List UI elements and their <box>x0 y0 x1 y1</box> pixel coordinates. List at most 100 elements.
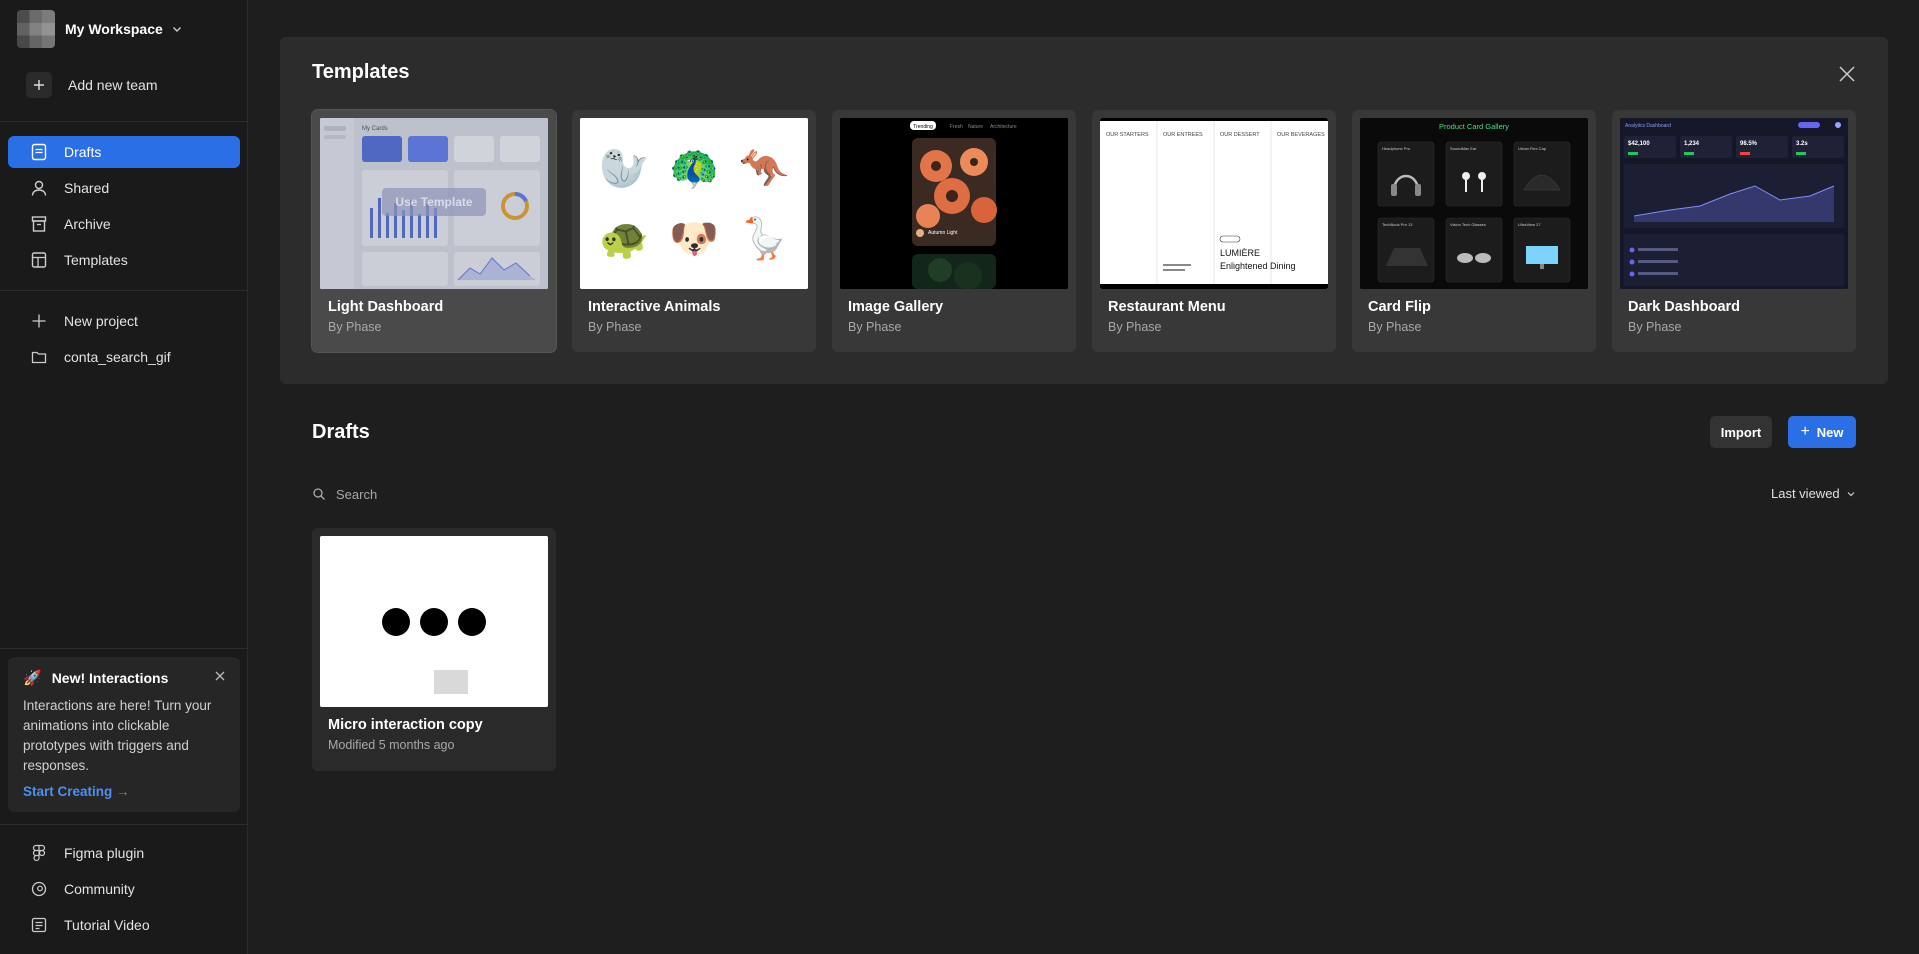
chevron-down-icon <box>172 27 181 32</box>
thumb-text: 3.2s <box>1796 141 1808 147</box>
turtle-icon: 🐢 <box>599 217 649 261</box>
sidebar-item-label: Figma plugin <box>64 845 145 861</box>
use-template-label[interactable]: Use Template <box>395 195 472 209</box>
thumb-text: Urban Flex Cap <box>1518 146 1547 151</box>
sidebar-item-community[interactable]: Community <box>8 873 240 905</box>
thumb-text: Analytics Dashboard <box>1625 123 1671 129</box>
card-flip-preview: Product Card Gallery Headphone Pro Sound… <box>1360 118 1588 289</box>
sidebar-item-label: Drafts <box>64 144 102 160</box>
thumb-text: Product Card Gallery <box>1439 122 1509 131</box>
draft-name: Micro interaction copy <box>328 717 483 733</box>
thumb-text: OUR STARTERS <box>1106 132 1149 138</box>
thumb-text: $42,100 <box>1628 141 1650 147</box>
search-input[interactable]: Search <box>312 484 377 504</box>
sidebar-divider <box>0 648 248 649</box>
sidebar-item-drafts[interactable]: Drafts <box>8 136 240 168</box>
thumb-text: Nature <box>968 124 983 130</box>
thumb-text: Enlightened Dining <box>1220 261 1296 271</box>
template-thumbnail: Product Card Gallery Headphone Pro Sound… <box>1360 118 1588 289</box>
community-icon <box>30 880 48 898</box>
import-button[interactable]: Import <box>1710 416 1772 448</box>
sidebar-item-label: Archive <box>64 216 111 232</box>
add-new-team-label: Add new team <box>68 77 158 93</box>
add-new-team-button[interactable]: Add new team <box>8 69 240 101</box>
figma-icon <box>30 844 48 862</box>
template-author: By Phase <box>848 320 902 334</box>
new-button[interactable]: + New <box>1788 416 1856 448</box>
thumb-text: 98.5% <box>1740 141 1758 147</box>
thumb-text: SoundMax Ear <box>1450 146 1477 151</box>
template-card-card-flip[interactable]: Product Card Gallery Headphone Pro Sound… <box>1352 110 1596 352</box>
user-icon <box>30 179 48 197</box>
sidebar-item-figma-plugin[interactable]: Figma plugin <box>8 837 240 869</box>
sidebar-item-project[interactable]: conta_search_gif <box>8 341 240 373</box>
template-card-interactive-animals[interactable]: 🦭 🦚 🦘 🐢 🐶 🪿 Interactive Animals By Phase <box>572 110 816 352</box>
templates-title: Templates <box>312 61 410 83</box>
seal-icon: 🦭 <box>599 147 649 191</box>
thumb-text: OUR ENTREES <box>1163 132 1203 138</box>
peacock-icon: 🦚 <box>669 147 719 191</box>
template-author: By Phase <box>328 320 382 334</box>
sidebar-divider <box>0 290 248 291</box>
sidebar-item-tutorial-video[interactable]: Tutorial Video <box>8 909 240 941</box>
archive-icon <box>30 215 48 233</box>
sidebar-item-label: Templates <box>64 252 128 268</box>
sidebar-divider <box>0 121 248 122</box>
project-label: conta_search_gif <box>64 349 171 365</box>
start-creating-link[interactable]: Start Creating → <box>23 784 225 799</box>
thumb-text: OUR BEVERAGES <box>1277 132 1325 138</box>
drafts-icon <box>30 143 48 161</box>
thumb-text: UltraView 27 <box>1518 222 1541 227</box>
template-thumbnail: 🦭 🦚 🦘 🐢 🐶 🪿 <box>580 118 808 289</box>
template-author: By Phase <box>1628 320 1682 334</box>
sidebar-item-archive[interactable]: Archive <box>8 208 240 240</box>
sort-dropdown[interactable]: Last viewed <box>1771 486 1856 501</box>
template-name: Dark Dashboard <box>1628 299 1741 315</box>
thumb-text: Trending <box>913 124 933 130</box>
plus-icon <box>26 72 52 98</box>
thumb-text: Autumn Light <box>928 230 958 236</box>
sidebar-divider <box>0 824 248 825</box>
thumb-text: Headphone Pro <box>1382 146 1411 151</box>
template-card-light-dashboard[interactable]: My Cards Use Template Light Dashboard By… <box>311 109 557 353</box>
template-author: By Phase <box>1108 320 1162 334</box>
micro-interaction-preview <box>320 536 548 707</box>
dog-icon: 🐶 <box>669 217 719 261</box>
draft-card[interactable]: Micro interaction copy Modified 5 months… <box>312 528 556 771</box>
template-card-dark-dashboard[interactable]: Analytics Dashboard $42,100 1,234 98.5% … <box>1612 110 1856 352</box>
sidebar-item-label: Shared <box>64 180 110 196</box>
restaurant-menu-preview: OUR STARTERS OUR ENTREES OUR DESSERT OUR… <box>1100 118 1328 289</box>
thumb-text: 1,234 <box>1684 141 1700 147</box>
template-thumbnail: My Cards Use Template <box>320 118 548 289</box>
template-card-restaurant-menu[interactable]: OUR STARTERS OUR ENTREES OUR DESSERT OUR… <box>1092 110 1336 352</box>
search-icon <box>313 488 325 500</box>
templates-icon <box>30 251 48 269</box>
drafts-title: Drafts <box>312 421 370 443</box>
workspace-name: My Workspace <box>65 21 163 37</box>
new-project-button[interactable]: New project <box>8 305 240 337</box>
template-name: Image Gallery <box>848 299 944 315</box>
sort-label: Last viewed <box>1771 486 1840 501</box>
template-thumbnail: Trending Fresh Nature Architecture Autum… <box>840 118 1068 289</box>
template-card-image-gallery[interactable]: Trending Fresh Nature Architecture Autum… <box>832 110 1076 352</box>
template-name: Light Dashboard <box>328 299 444 315</box>
plus-icon: + <box>1800 423 1810 440</box>
dark-dashboard-preview: Analytics Dashboard $42,100 1,234 98.5% … <box>1620 118 1848 289</box>
light-dashboard-preview: My Cards Use Template <box>320 118 548 289</box>
template-name: Restaurant Menu <box>1108 299 1226 315</box>
new-button-label: New <box>1816 424 1844 440</box>
promo-body: Interactions are here! Turn your animati… <box>23 698 212 773</box>
template-name: Interactive Animals <box>588 299 721 315</box>
sidebar-item-templates[interactable]: Templates <box>8 244 240 276</box>
thumb-text: Vision Tech Glasses <box>1450 222 1486 227</box>
close-icon[interactable] <box>1838 65 1856 83</box>
new-project-label: New project <box>64 313 138 329</box>
templates-panel: Templates My Cards Use Template Light Da… <box>280 37 1888 384</box>
thumb-text: TechBook Pro 13 <box>1382 222 1413 227</box>
sidebar-item-label: Community <box>64 881 135 897</box>
close-icon[interactable] <box>214 670 226 682</box>
template-name: Card Flip <box>1368 299 1431 315</box>
sidebar-item-shared[interactable]: Shared <box>8 172 240 204</box>
workspace-switcher[interactable]: My Workspace <box>17 9 183 49</box>
promo-title: New! Interactions <box>51 670 169 686</box>
